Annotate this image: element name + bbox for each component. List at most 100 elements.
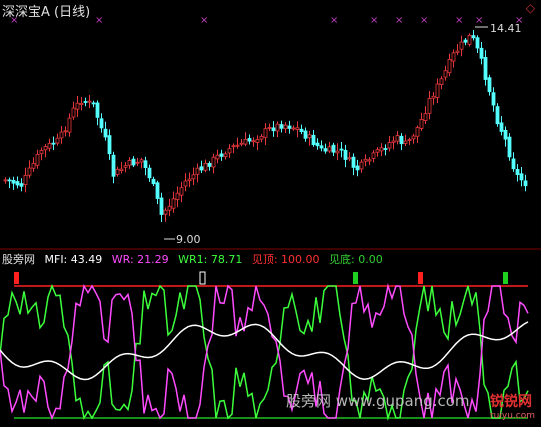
candle-body — [23, 174, 28, 185]
candle-body — [79, 103, 84, 106]
candle-body — [3, 179, 8, 182]
candle-body — [243, 138, 248, 145]
top-marker: × — [95, 15, 103, 26]
top-marker: × — [200, 15, 208, 26]
candle-body — [211, 156, 216, 168]
candle-body — [179, 187, 184, 196]
watermark-text: 股旁网 www.gupang.com — [286, 392, 470, 410]
candle-body — [403, 140, 408, 144]
candle-body — [275, 123, 280, 132]
indicator-panel[interactable]: 股旁网 MFI: 43.49 WR: 21.29 WR1: 78.71 见顶: … — [0, 250, 541, 427]
signal-marker — [503, 272, 508, 284]
high-price-label: 14.41 — [490, 22, 522, 35]
candle-body — [463, 39, 468, 43]
candle-body — [99, 118, 104, 129]
candle-body — [135, 161, 140, 164]
candle-body — [39, 149, 44, 155]
candle-body — [279, 124, 284, 129]
price-chart-panel[interactable]: × × × × × × × × × × 深深宝A (日线) ◇ 14.41 9.00 — [0, 0, 541, 250]
candle-body — [335, 150, 340, 154]
indicator-header: 股旁网 MFI: 43.49 WR: 21.29 WR1: 78.71 见顶: … — [2, 251, 389, 267]
candle-body — [323, 148, 328, 152]
candle-body — [391, 140, 396, 143]
candle-body — [191, 174, 196, 180]
candle-body — [199, 166, 204, 171]
watermark-logo-text: 锐锐网 — [489, 394, 532, 410]
candle-body — [431, 95, 436, 99]
candle-body — [455, 50, 460, 53]
price-chart[interactable]: × × × × × × × × × × — [0, 0, 541, 250]
signal-marker — [14, 272, 19, 284]
candle-body — [159, 197, 164, 215]
candle-body — [251, 140, 256, 143]
candle-body — [423, 113, 428, 121]
candle-body — [7, 179, 12, 182]
candle-body — [151, 178, 156, 185]
candle-body — [303, 130, 308, 139]
candle-body — [239, 142, 244, 145]
wr-value: WR: 21.29 — [111, 253, 169, 266]
candle-body — [259, 135, 264, 140]
candle-body — [363, 158, 368, 162]
candle-body — [71, 107, 76, 118]
candle-body — [315, 142, 320, 147]
candle-body — [143, 160, 148, 169]
candle-body — [483, 57, 488, 80]
top-marker: × — [330, 15, 338, 26]
top-marker: × — [370, 15, 378, 26]
candle-body — [43, 146, 48, 151]
candle-body — [379, 147, 384, 152]
candle-body — [155, 182, 160, 199]
candle-body — [311, 134, 316, 146]
candle-body — [375, 149, 380, 153]
candle-body — [467, 35, 472, 45]
candle-body — [475, 37, 480, 49]
candle-body — [95, 102, 100, 118]
candle-body — [399, 135, 404, 145]
candle-body — [47, 143, 52, 149]
top-marker: × — [395, 15, 403, 26]
indicator-source: 股旁网 — [2, 253, 35, 266]
candle-body — [139, 159, 144, 163]
candle-body — [183, 180, 188, 187]
candle-body — [111, 154, 116, 177]
candle-body — [235, 144, 240, 147]
chart-title: 深深宝A (日线) — [2, 5, 91, 20]
candle-body — [195, 167, 200, 175]
candle-body — [247, 138, 252, 142]
candle-body — [263, 128, 268, 138]
mfi-value: MFI: 43.49 — [44, 253, 103, 266]
top-marker: × — [420, 15, 428, 26]
candle-body — [407, 139, 412, 142]
candle-body — [223, 153, 228, 158]
candle-body — [35, 153, 40, 166]
candle-body — [495, 106, 500, 125]
candle-body — [355, 165, 360, 171]
diamond-close-icon[interactable]: ◇ — [526, 1, 535, 15]
signal-marker — [418, 272, 423, 284]
candle-body — [175, 192, 180, 200]
candle-body — [255, 139, 260, 143]
candle-body — [295, 127, 300, 131]
candle-body — [347, 157, 352, 160]
candle-body — [331, 144, 336, 153]
candle-body — [63, 130, 68, 133]
candle-body — [451, 52, 456, 62]
watermark-logo: 锐锐网 ruiyu.com — [490, 391, 535, 421]
candle-body — [443, 70, 448, 78]
candle-body — [115, 168, 120, 175]
candle-body — [227, 148, 232, 154]
candle-body — [75, 102, 80, 110]
candle-body — [419, 119, 424, 129]
candle-body — [91, 102, 96, 105]
candle-body — [299, 128, 304, 133]
hollow-signal-marker — [199, 271, 206, 285]
candle-body — [427, 98, 432, 114]
candle-body — [503, 129, 508, 140]
top-value: 见顶: 100.00 — [251, 253, 320, 266]
candle-body — [59, 131, 64, 139]
candle-body — [371, 152, 376, 159]
candle-body — [471, 35, 476, 39]
candle-body — [507, 136, 512, 158]
candle-body — [327, 146, 332, 152]
